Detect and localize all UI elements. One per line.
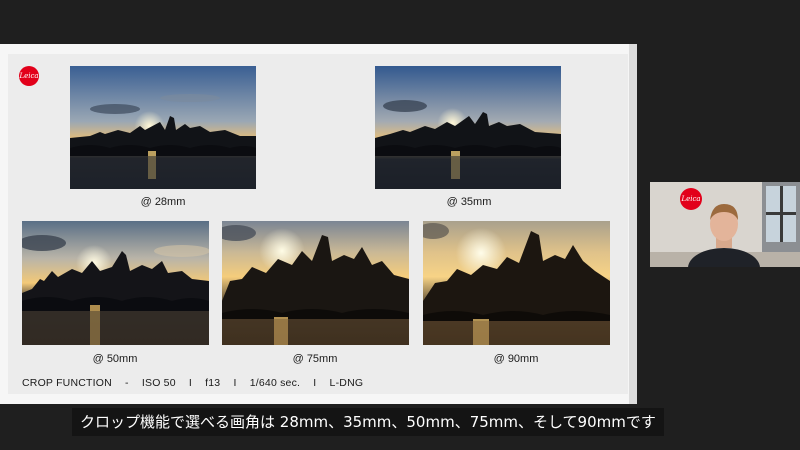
photo-90mm: [423, 221, 610, 345]
presentation-slide: Leica @ 28mm @ 35mm @ 50mm @ 75mm @ 90mm…: [0, 44, 637, 404]
subtitle-caption: クロップ機能で選べる画角は 28mm、35mm、50mm、75mm、そして90m…: [72, 408, 664, 436]
presenter-image: [650, 182, 800, 267]
leica-logo: Leica: [19, 66, 39, 86]
slide-scrollbar[interactable]: [629, 44, 637, 404]
caption-75mm: @ 75mm: [292, 353, 338, 365]
specs-separator: I: [188, 377, 193, 389]
photo-28mm: [70, 66, 256, 189]
webcam-leica-logo: Leica: [680, 188, 702, 210]
photo-50mm: [22, 221, 209, 345]
specs-iso: ISO 50: [141, 377, 176, 389]
caption-28mm: @ 28mm: [140, 196, 186, 208]
webcam-video-feed: Leica: [650, 182, 800, 267]
photo-35mm: [375, 66, 561, 189]
specs-shutter: 1/640 sec.: [249, 377, 301, 389]
specs-aperture: f13: [205, 377, 221, 389]
specs-format: L-DNG: [329, 377, 364, 389]
specs-separator: I: [313, 377, 317, 389]
photo-75mm: [222, 221, 409, 345]
caption-50mm: @ 50mm: [92, 353, 138, 365]
crop-function-specs: CROP FUNCTION - ISO 50 I f13 I 1/640 sec…: [22, 377, 373, 389]
specs-label: CROP FUNCTION: [22, 377, 112, 389]
slide-canvas: Leica @ 28mm @ 35mm @ 50mm @ 75mm @ 90mm…: [8, 54, 628, 394]
caption-90mm: @ 90mm: [493, 353, 539, 365]
specs-separator: I: [233, 377, 237, 389]
caption-35mm: @ 35mm: [446, 196, 492, 208]
specs-separator: -: [125, 377, 129, 389]
